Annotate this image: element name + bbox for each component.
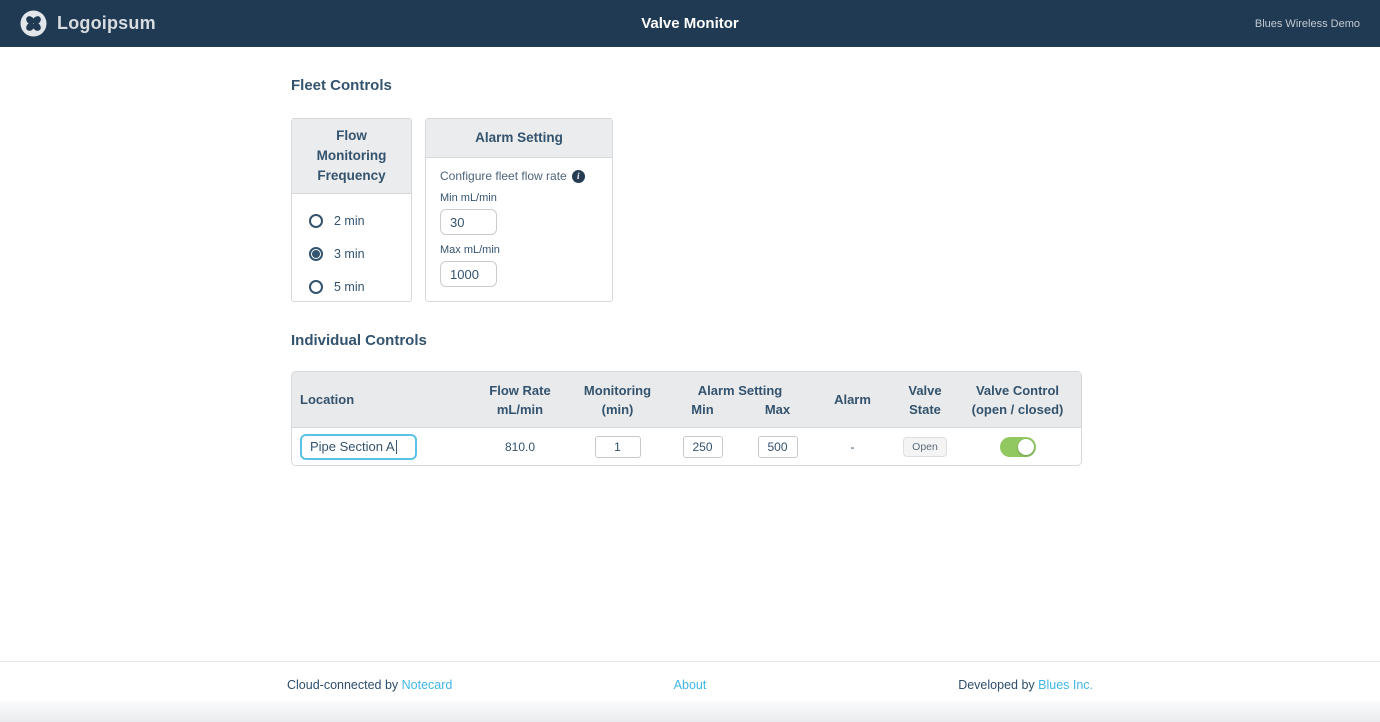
bottom-gradient-strip <box>0 700 1380 722</box>
col-header-valve-state: Valve State <box>908 382 942 417</box>
individual-controls-heading: Individual Controls <box>291 332 427 349</box>
max-flow-input[interactable] <box>440 261 497 287</box>
radio-icon[interactable] <box>309 214 323 228</box>
radio-icon[interactable] <box>309 280 323 294</box>
blues-inc-link[interactable]: Blues Inc. <box>1038 678 1093 692</box>
col-header-flow-rate: Flow Rate mL/min <box>489 382 551 417</box>
main-content: Fleet Controls Flow Monitoring Frequency… <box>283 47 1097 466</box>
toggle-knob <box>1017 438 1034 455</box>
col-header-alarm-min: Min <box>691 401 714 417</box>
logoipsum-logo-icon <box>20 10 47 37</box>
table-row: Pipe Section A 810.0 - Open <box>292 428 1081 465</box>
alarm-min-input[interactable] <box>682 435 723 458</box>
info-icon[interactable]: i <box>571 169 585 183</box>
alarm-max-input[interactable] <box>757 435 798 458</box>
radio-label: 2 min <box>334 214 365 228</box>
alarm-value: - <box>850 439 855 454</box>
notecard-link[interactable]: Notecard <box>402 678 453 692</box>
location-input[interactable]: Pipe Section A <box>300 433 417 460</box>
about-link[interactable]: About <box>674 678 707 692</box>
radio-option-2min[interactable]: 2 min <box>309 214 411 228</box>
radio-label: 3 min <box>334 247 365 261</box>
col-header-location: Location <box>300 392 355 407</box>
col-header-alarm: Alarm <box>834 392 871 407</box>
alarm-description: Configure fleet flow rate <box>440 169 567 183</box>
radio-option-5min[interactable]: 5 min <box>309 280 411 294</box>
alarm-setting-card: Alarm Setting Configure fleet flow rate … <box>425 118 613 302</box>
col-header-valve-control: Valve Control (open / closed) <box>971 382 1064 417</box>
text-caret <box>395 439 397 454</box>
flow-rate-value: 810.0 <box>504 439 536 454</box>
valves-table: Location Flow Rate mL/min Monitoring (mi… <box>291 371 1082 466</box>
frequency-card-title: Flow Monitoring Frequency <box>292 119 411 194</box>
demo-label: Blues Wireless Demo <box>1254 17 1360 30</box>
flow-monitoring-frequency-card: Flow Monitoring Frequency 2 min 3 min 5 … <box>291 118 412 302</box>
developed-by-text: Developed by <box>958 678 1039 692</box>
radio-label: 5 min <box>334 280 365 294</box>
col-header-alarm-setting: Alarm Setting Min Max <box>665 381 815 419</box>
col-header-alarm-max: Max <box>764 401 791 417</box>
page-title: Valve Monitor <box>641 15 739 32</box>
valve-state-badge: Open <box>903 436 947 457</box>
monitoring-input[interactable] <box>594 435 641 458</box>
top-navbar: Logoipsum Valve Monitor Blues Wireless D… <box>0 0 1380 47</box>
brand[interactable]: Logoipsum <box>20 10 156 37</box>
cloud-connected-text: Cloud-connected by <box>287 678 402 692</box>
alarm-card-title: Alarm Setting <box>426 119 612 158</box>
max-flow-label: Max mL/min <box>440 244 500 256</box>
footer: Cloud-connected by Notecard About Develo… <box>0 661 1380 700</box>
radio-icon[interactable] <box>309 247 323 261</box>
col-header-monitoring: Monitoring (min) <box>583 382 652 417</box>
brand-name: Logoipsum <box>57 13 156 33</box>
radio-option-3min[interactable]: 3 min <box>309 247 411 261</box>
min-flow-label: Min mL/min <box>440 192 497 204</box>
table-header-row: Location Flow Rate mL/min Monitoring (mi… <box>292 372 1081 428</box>
fleet-controls-heading: Fleet Controls <box>291 77 392 94</box>
frequency-options: 2 min 3 min 5 min <box>292 194 411 294</box>
valve-control-toggle[interactable] <box>999 436 1036 457</box>
min-flow-input[interactable] <box>440 209 497 235</box>
